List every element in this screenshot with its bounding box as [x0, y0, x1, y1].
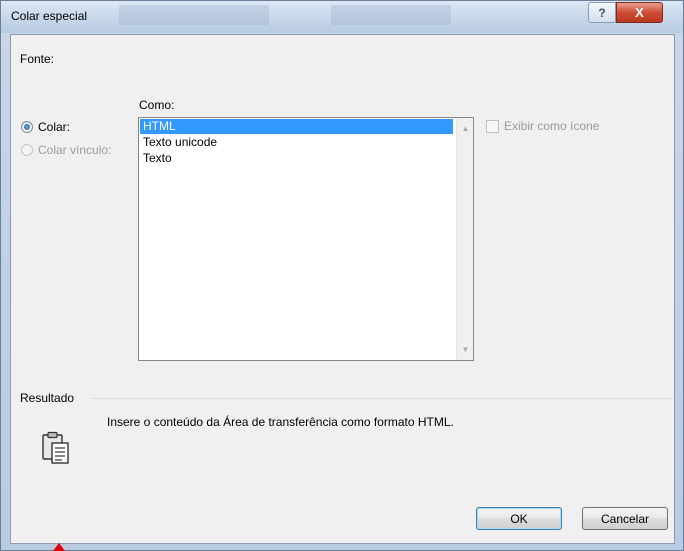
- listbox-scrollbar[interactable]: ▲ ▼: [456, 118, 473, 360]
- close-button[interactable]: X: [616, 2, 663, 23]
- list-item[interactable]: HTML: [140, 119, 453, 134]
- scroll-down-icon[interactable]: ▼: [457, 341, 474, 358]
- result-description: Insere o conteúdo da Área de transferênc…: [107, 415, 454, 429]
- red-arrow-icon: [53, 543, 65, 551]
- title-bar[interactable]: Colar especial ? X: [1, 1, 683, 33]
- source-label: Fonte:: [20, 52, 55, 66]
- paste-radio-label: Colar:: [38, 120, 71, 134]
- como-label: Como:: [139, 98, 175, 112]
- display-as-icon-label: Exibir como ícone: [504, 119, 600, 133]
- close-icon: X: [635, 5, 644, 20]
- format-listbox[interactable]: HTML Texto unicode Texto ▲ ▼: [138, 117, 474, 361]
- paste-special-dialog: Colar especial ? X Fonte: Como: Colar: C…: [0, 0, 684, 551]
- list-item[interactable]: Texto: [140, 151, 453, 166]
- background-window-ghost: [119, 5, 269, 25]
- ok-button[interactable]: OK: [476, 507, 562, 530]
- paste-link-radio: Colar vínculo:: [21, 143, 111, 157]
- help-icon: ?: [598, 5, 606, 20]
- help-button[interactable]: ?: [588, 2, 616, 23]
- scroll-up-icon[interactable]: ▲: [457, 120, 474, 137]
- window-title: Colar especial: [11, 9, 88, 23]
- paste-link-radio-button: [21, 144, 33, 156]
- dialog-body: Fonte: Como: Colar: Colar vínculo: HTML …: [10, 34, 675, 544]
- paste-link-radio-label: Colar vínculo:: [38, 143, 112, 157]
- result-label: Resultado: [20, 391, 75, 405]
- cancel-button[interactable]: Cancelar: [582, 507, 668, 530]
- paste-radio[interactable]: Colar:: [21, 120, 70, 134]
- list-item[interactable]: Texto unicode: [140, 135, 453, 150]
- checkbox-box: [486, 119, 499, 133]
- background-window-ghost: [331, 5, 451, 25]
- clipboard-paste-icon: [42, 431, 69, 464]
- paste-radio-button[interactable]: [21, 121, 33, 133]
- display-as-icon-checkbox: Exibir como ícone: [486, 119, 599, 133]
- result-divider: [91, 398, 673, 399]
